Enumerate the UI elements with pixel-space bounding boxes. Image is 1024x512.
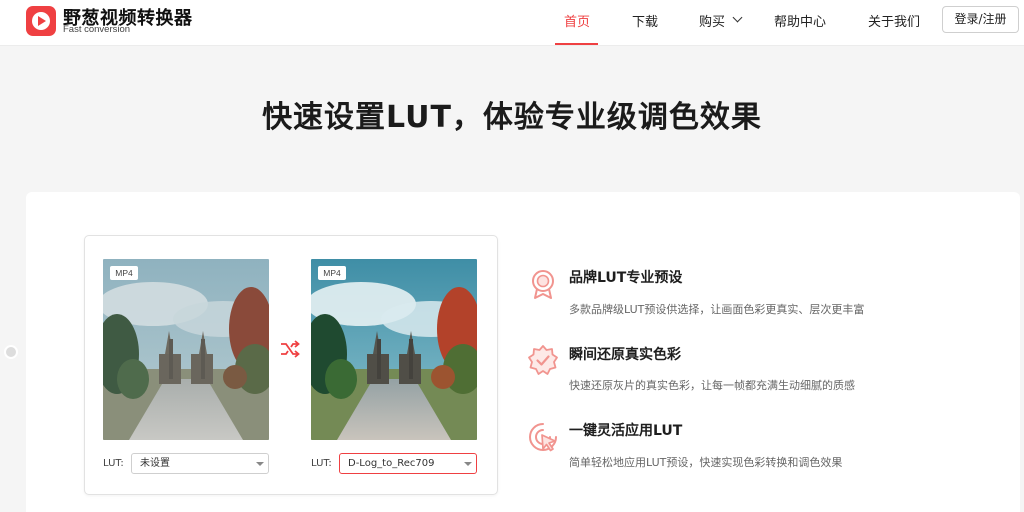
- feature-description: 简单轻松地应用LUT预设，快速实现色彩转换和调色效果: [569, 456, 843, 469]
- lut-select-value: D-Log_to_Rec709: [348, 458, 435, 469]
- feature-title: 瞬间还原真实色彩: [569, 347, 681, 363]
- side-scroll-handle[interactable]: [4, 345, 18, 359]
- lut-select-value: 未设置: [140, 458, 170, 469]
- brand-subtitle: Fast conversion: [63, 24, 131, 35]
- feature-description: 快速还原灰片的真实色彩，让每一帧都充满生动细腻的质感: [569, 379, 855, 392]
- chevron-down-icon: [256, 462, 264, 466]
- verified-star-icon: [528, 345, 558, 375]
- nav-buy[interactable]: 购买: [699, 11, 725, 30]
- app-logo-icon[interactable]: [26, 6, 56, 36]
- format-badge: MP4: [318, 266, 346, 280]
- feature-title: 一键灵活应用LUT: [569, 423, 683, 439]
- original-preview-image: [103, 259, 269, 440]
- top-header: 野葱视频转换器 Fast conversion 首页 下载 购买 帮助中心 关于…: [0, 0, 1024, 46]
- nav-active-indicator: [555, 43, 598, 45]
- play-icon: [38, 16, 46, 26]
- original-lut-select[interactable]: 未设置: [131, 453, 269, 474]
- format-badge: MP4: [110, 266, 138, 280]
- lut-applied-preview-image: [311, 259, 477, 440]
- page-title: 快速设置LUT，体验专业级调色效果: [262, 100, 762, 135]
- nav-about-us[interactable]: 关于我们: [868, 11, 920, 30]
- shuffle-icon: [281, 340, 300, 358]
- feature-description: 多款品牌级LUT预设供选择，让画面色彩更真实、层次更丰富: [569, 303, 865, 316]
- applied-lut-select[interactable]: D-Log_to_Rec709: [339, 453, 477, 474]
- lut-label: LUT:: [311, 458, 332, 469]
- nav-help-center[interactable]: 帮助中心: [774, 11, 826, 30]
- lut-label: LUT:: [103, 458, 124, 469]
- chevron-down-icon[interactable]: [732, 12, 743, 23]
- pointer-click-icon: [529, 423, 557, 452]
- login-register-button[interactable]: 登录/注册: [942, 6, 1019, 33]
- feature-title: 品牌LUT专业预设: [569, 270, 683, 286]
- award-badge-icon: [532, 270, 554, 299]
- chevron-down-icon: [464, 462, 472, 466]
- nav-home[interactable]: 首页: [564, 11, 590, 30]
- nav-download[interactable]: 下载: [632, 11, 658, 30]
